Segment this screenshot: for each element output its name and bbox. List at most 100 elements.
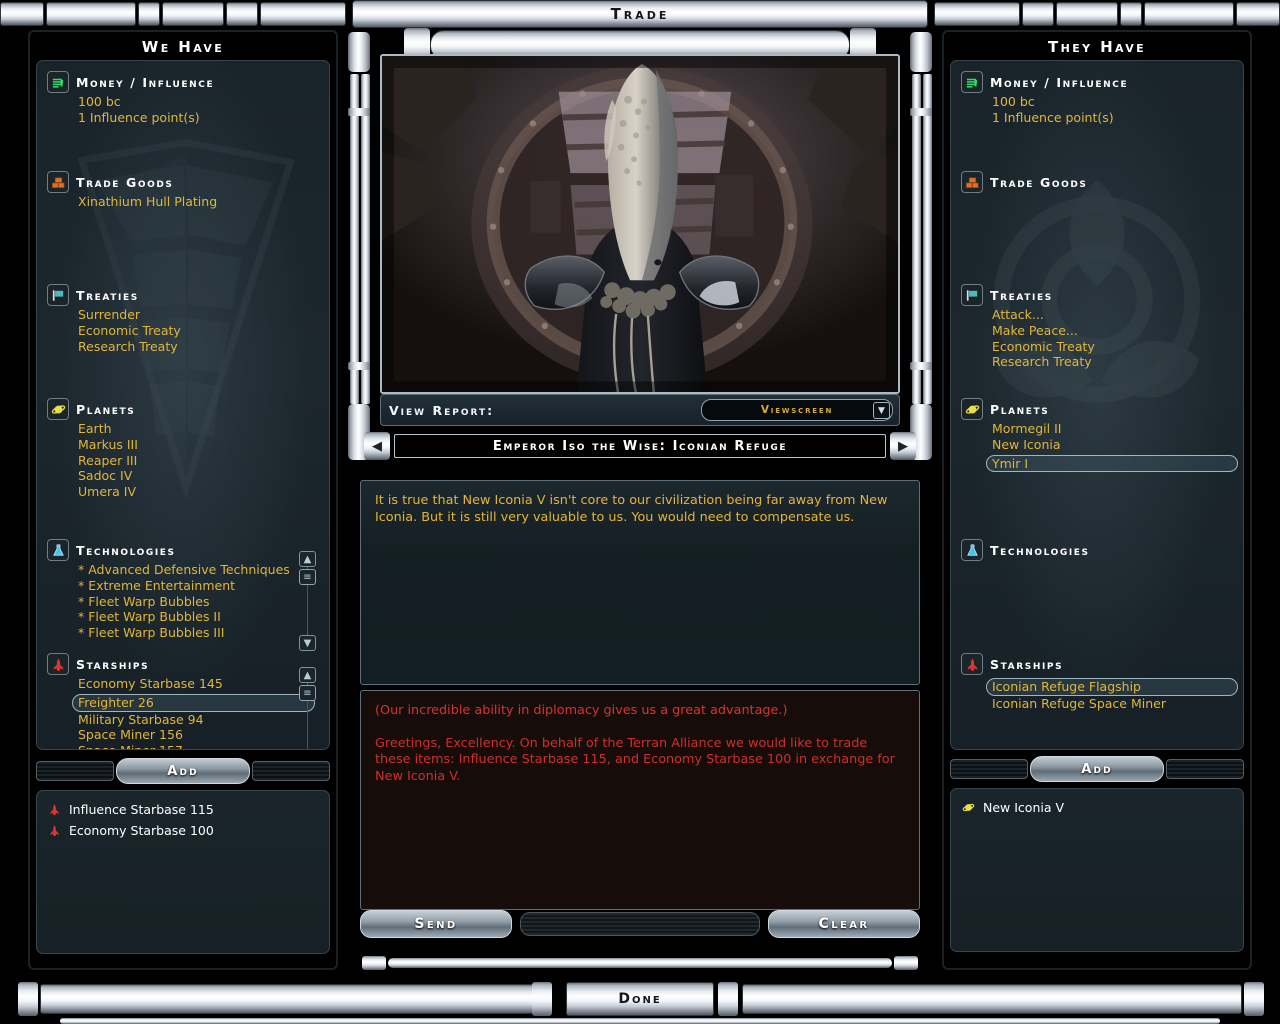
add-row-decor-left [36,761,114,781]
scroll-thumb[interactable]: ≡ [299,685,316,701]
rail-bar [923,74,932,404]
topbar-segment [162,2,224,26]
section-items: 100 bc 1 Influence point(s) [990,94,1237,126]
leader-message-box: It is true that New Iconia V isn't core … [360,480,920,685]
they-offer-list[interactable]: New Iconia V [950,788,1244,952]
list-item[interactable]: Space Miner 157 [76,743,323,750]
section-label: Trade Goods [76,175,174,190]
offer-item[interactable]: Economy Starbase 100 [47,820,319,841]
we-have-list[interactable]: Money / Influence 100 bc 1 Influence poi… [36,60,330,750]
view-report-label: View Report: [389,403,494,418]
leader-viewscreen[interactable] [380,54,900,394]
list-item[interactable]: Economic Treaty [76,323,323,339]
list-item[interactable]: * Fleet Warp Bubbles II [76,609,323,625]
section-money-influence: Money / Influence 100 bc 1 Influence poi… [961,71,1237,126]
list-item[interactable]: Economic Treaty [990,339,1237,355]
we-have-title: We Have [28,38,338,56]
list-item[interactable]: 1 Influence point(s) [990,110,1237,126]
diplomacy-advantage-note: (Our incredible ability in diplomacy giv… [375,703,905,720]
done-button[interactable]: Done [566,982,714,1016]
leader-name-bar: ◀ Emperor Iso the Wise: Iconian Refuge ▶ [364,432,916,460]
planet-icon [961,398,983,420]
add-button-they-have[interactable]: Add [1030,756,1164,782]
section-technologies: Technologies * Advanced Defensive Techni… [47,539,323,641]
list-item[interactable]: * Fleet Warp Bubbles [76,594,323,610]
list-item[interactable]: Space Miner 156 [76,727,323,743]
list-item[interactable]: Make Peace... [990,323,1237,339]
section-label: Technologies [76,543,176,558]
list-item[interactable]: 100 bc [76,94,323,110]
list-item[interactable]: Mormegil II [990,421,1237,437]
list-item[interactable]: Military Starbase 94 [76,712,323,728]
offer-item[interactable]: Influence Starbase 115 [47,799,319,820]
we-have-panel: We Have [28,30,338,970]
scroll-down-icon[interactable]: ▼ [299,635,316,651]
list-item[interactable]: 1 Influence point(s) [76,110,323,126]
section-header: Starships [961,653,1237,675]
list-item[interactable]: Research Treaty [990,354,1237,370]
planet-icon [47,398,69,420]
section-items: Xinathium Hull Plating [76,194,323,210]
bottom-bar: Done [0,980,1280,1024]
section-planets: Planets Earth Markus III Reaper III Sado… [47,398,323,500]
chevron-right-icon[interactable]: ▶ [890,432,916,460]
section-label: Planets [76,402,135,417]
starships-scrollbar[interactable]: ▲ ≡ ▼ [299,667,316,750]
bottombar-segment [742,984,1242,1014]
list-item[interactable]: Surrender [76,307,323,323]
list-item[interactable]: Sadoc IV [76,468,323,484]
viewscreen-selected-value: Viewscreen [761,404,833,416]
list-item-selected[interactable]: Freighter 26 [72,694,315,712]
section-items: Attack... Make Peace... Economic Treaty … [990,307,1237,370]
section-label: Starships [990,657,1063,672]
technology-flask-icon [47,539,69,561]
add-button-we-have[interactable]: Add [116,758,250,784]
list-item[interactable]: Markus III [76,437,323,453]
section-starships: Starships Economy Starbase 145 Freighter… [47,653,323,750]
section-header: Technologies [47,539,323,561]
trade-action-row: Send Clear [360,910,920,940]
list-item[interactable]: 100 bc [990,94,1237,110]
scroll-thumb[interactable]: ≡ [299,569,316,585]
clear-button[interactable]: Clear [768,910,920,938]
chevron-left-icon[interactable]: ◀ [364,432,390,460]
rail-collar [910,108,932,116]
list-item[interactable]: * Advanced Defensive Techniques [76,562,323,578]
list-item[interactable]: Xinathium Hull Plating [76,194,323,210]
list-item-selected[interactable]: Iconian Refuge Flagship [986,678,1238,696]
technologies-scrollbar[interactable]: ▲ ≡ ▼ [299,551,316,651]
offer-item[interactable]: New Iconia V [961,797,1233,818]
footer-cap-right [894,956,918,970]
section-money-influence: Money / Influence 100 bc 1 Influence poi… [47,71,323,126]
list-item[interactable]: Earth [76,421,323,437]
topbar-segment [46,2,136,26]
section-items: Surrender Economic Treaty Research Treat… [76,307,323,354]
section-label: Planets [990,402,1049,417]
section-items: Earth Markus III Reaper III Sadoc IV Ume… [76,421,323,500]
list-item[interactable]: New Iconia [990,437,1237,453]
add-row-decor-right [252,761,330,781]
viewscreen-dropdown[interactable]: Viewscreen ▼ [701,399,893,421]
list-item[interactable]: Economy Starbase 145 [76,676,323,692]
list-item[interactable]: * Fleet Warp Bubbles III [76,625,323,641]
list-item[interactable]: Reaper III [76,453,323,469]
rail-collar [348,362,370,370]
chevron-down-icon[interactable]: ▼ [873,402,890,419]
topbar-segment [260,2,346,26]
we-offer-list[interactable]: Influence Starbase 115 Economy Starbase … [36,790,330,954]
list-item[interactable]: Attack... [990,307,1237,323]
leader-message-text: It is true that New Iconia V isn't core … [375,493,905,526]
list-item-selected[interactable]: Ymir I [986,455,1238,473]
starship-icon [47,823,62,838]
list-item[interactable]: Umera IV [76,484,323,500]
section-label: Trade Goods [990,175,1088,190]
they-have-list[interactable]: Money / Influence 100 bc 1 Influence poi… [950,60,1244,750]
list-item[interactable]: * Extreme Entertainment [76,578,323,594]
list-item[interactable]: Iconian Refuge Space Miner [990,696,1237,712]
send-button[interactable]: Send [360,910,512,938]
rail-joint [348,32,370,72]
scroll-up-icon[interactable]: ▲ [299,551,316,567]
scroll-up-icon[interactable]: ▲ [299,667,316,683]
bottombar-cap [718,982,738,1016]
list-item[interactable]: Research Treaty [76,339,323,355]
